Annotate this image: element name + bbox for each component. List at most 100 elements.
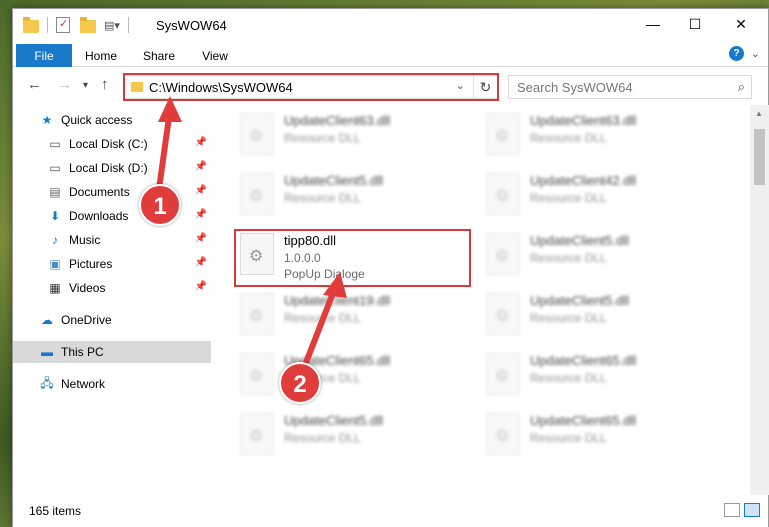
file-name: UpdateClient19.dll xyxy=(284,293,391,308)
file-description: Resource DLL xyxy=(530,371,607,385)
file-name: UpdateClient5.dll xyxy=(530,293,630,308)
view-toggle xyxy=(724,503,760,517)
file-name: UpdateClient42.dll xyxy=(530,173,637,188)
maximize-button[interactable]: ☐ xyxy=(672,9,718,39)
drive-icon: ▭ xyxy=(49,137,61,151)
status-bar: 165 items xyxy=(13,495,768,527)
divider xyxy=(47,17,48,33)
title-bar: ▤▾ SysWOW64 — ☐ ✕ xyxy=(13,9,768,41)
sidebar-item-documents[interactable]: ▤ Documents 📌 xyxy=(13,181,211,203)
sidebar-item-label: Quick access xyxy=(61,113,133,127)
sidebar-item-label: Videos xyxy=(69,281,106,295)
tiles-view-icon[interactable] xyxy=(744,503,760,517)
tab-file[interactable]: File xyxy=(16,44,72,67)
sidebar-item-videos[interactable]: ▦ Videos 📌 xyxy=(13,277,211,299)
tab-view[interactable]: View xyxy=(195,44,235,67)
details-view-icon[interactable] xyxy=(724,503,740,517)
close-button[interactable]: ✕ xyxy=(718,9,764,39)
list-item[interactable]: ⚙ UpdateClient65.dll Resource DLL xyxy=(482,349,712,405)
file-description: Resource DLL xyxy=(284,431,361,445)
dll-file-icon: ⚙ xyxy=(240,113,274,155)
sidebar-item-label: OneDrive xyxy=(61,313,112,327)
tab-home[interactable]: Home xyxy=(79,44,123,67)
file-name: UpdateClient5.dll xyxy=(530,233,630,248)
download-icon: ⬇ xyxy=(49,209,61,223)
dll-file-icon: ⚙ xyxy=(486,413,520,455)
address-highlight-box xyxy=(123,73,499,101)
sidebar-item-quick-access[interactable]: ★ Quick access xyxy=(13,109,211,131)
list-item[interactable]: ⚙ UpdateClient5.dll Resource DLL xyxy=(236,169,466,225)
list-item[interactable]: ⚙ UpdateClient65.dll Resource DLL xyxy=(482,409,712,465)
sidebar-item-label: Local Disk (D:) xyxy=(69,161,148,175)
pin-icon[interactable]: 📌 xyxy=(195,281,207,292)
customize-toolbar-icon[interactable]: ▤▾ xyxy=(104,19,120,32)
expand-ribbon-icon[interactable]: ⌄ xyxy=(751,47,760,60)
list-item[interactable]: ⚙ UpdateClient63.dll Resource DLL xyxy=(236,109,466,165)
sidebar-item-this-pc[interactable]: ▬ This PC xyxy=(13,341,211,363)
list-item[interactable]: ⚙ UpdateClient5.dll Resource DLL xyxy=(482,229,712,285)
file-description: Resource DLL xyxy=(530,131,607,145)
scroll-up-icon[interactable]: ▲ xyxy=(755,109,763,118)
dll-file-icon: ⚙ xyxy=(240,173,274,215)
sidebar-item-local-disk-c[interactable]: ▭ Local Disk (C:) 📌 xyxy=(13,133,211,155)
properties-icon[interactable] xyxy=(56,17,70,33)
help-icon[interactable]: ? xyxy=(729,46,744,61)
scrollbar-thumb[interactable] xyxy=(754,129,765,185)
list-item[interactable]: ⚙ UpdateClient5.dll Resource DLL xyxy=(236,409,466,465)
search-icon[interactable]: ⌕ xyxy=(738,79,745,95)
dll-file-icon: ⚙ xyxy=(486,113,520,155)
list-item[interactable]: ⚙ UpdateClient42.dll Resource DLL xyxy=(482,169,712,225)
pin-icon[interactable]: 📌 xyxy=(195,185,207,196)
cloud-icon: ☁ xyxy=(41,313,53,327)
file-description: Resource DLL xyxy=(284,131,361,145)
vertical-scrollbar[interactable]: ▲ xyxy=(750,105,769,495)
sidebar-item-network[interactable]: 🖧 Network xyxy=(13,373,211,395)
recent-locations-icon[interactable]: ▾ xyxy=(83,80,88,91)
up-arrow-icon[interactable]: ↑ xyxy=(101,76,109,93)
dll-file-icon: ⚙ xyxy=(486,233,520,275)
sidebar-item-local-disk-d[interactable]: ▭ Local Disk (D:) 📌 xyxy=(13,157,211,179)
list-item[interactable]: ⚙ UpdateClient5.dll Resource DLL xyxy=(482,289,712,345)
list-item[interactable]: ⚙ UpdateClient19.dll Resource DLL xyxy=(236,289,466,345)
sidebar-item-label: Music xyxy=(69,233,101,247)
file-name: UpdateClient63.dll xyxy=(530,113,637,128)
pin-icon[interactable]: 📌 xyxy=(195,209,207,220)
sidebar-item-label: Network xyxy=(61,377,106,391)
new-folder-icon[interactable] xyxy=(80,16,96,33)
pin-icon[interactable]: 📌 xyxy=(195,233,207,244)
sidebar-item-onedrive[interactable]: ☁ OneDrive xyxy=(13,309,211,331)
file-description: Resource DLL xyxy=(530,251,607,265)
sidebar-item-label: Documents xyxy=(69,185,130,199)
dll-file-icon: ⚙ xyxy=(486,173,520,215)
sidebar-item-downloads[interactable]: ⬇ Downloads 📌 xyxy=(13,205,211,227)
folder-icon[interactable] xyxy=(23,16,39,33)
sidebar-item-label: Pictures xyxy=(69,257,113,271)
sidebar-item-pictures[interactable]: ▣ Pictures 📌 xyxy=(13,253,211,275)
pin-icon[interactable]: 📌 xyxy=(195,161,207,172)
drive-icon: ▭ xyxy=(49,161,61,175)
back-arrow-icon[interactable]: ← xyxy=(27,76,42,93)
sidebar-item-label: Downloads xyxy=(69,209,129,223)
tab-share[interactable]: Share xyxy=(137,44,181,67)
forward-arrow-icon[interactable]: → xyxy=(57,76,72,93)
quick-access-toolbar: ▤▾ xyxy=(23,16,133,33)
divider xyxy=(127,17,129,33)
pin-icon[interactable]: 📌 xyxy=(195,137,207,148)
sidebar-item-music[interactable]: ♪ Music 📌 xyxy=(13,229,211,251)
dll-file-icon: ⚙ xyxy=(240,293,274,335)
computer-icon: ▬ xyxy=(41,345,53,359)
pin-icon[interactable]: 📌 xyxy=(195,257,207,268)
file-name: UpdateClient65.dll xyxy=(530,413,637,428)
file-description: Resource DLL xyxy=(284,311,361,325)
search-placeholder: Search SysWOW64 xyxy=(517,80,633,95)
document-icon: ▤ xyxy=(49,185,61,199)
file-description: Resource DLL xyxy=(284,191,361,205)
minimize-button[interactable]: — xyxy=(630,9,676,39)
navigation-pane: ★ Quick access ▭ Local Disk (C:) 📌 ▭ Loc… xyxy=(13,105,211,495)
file-name: UpdateClient65.dll xyxy=(530,353,637,368)
video-icon: ▦ xyxy=(49,281,61,295)
picture-icon: ▣ xyxy=(49,257,61,271)
list-item[interactable]: ⚙ UpdateClient63.dll Resource DLL xyxy=(482,109,712,165)
list-item[interactable]: ⚙ UpdateClient65.dll Resource DLL xyxy=(236,349,466,405)
search-input[interactable]: Search SysWOW64 ⌕ xyxy=(508,75,752,99)
